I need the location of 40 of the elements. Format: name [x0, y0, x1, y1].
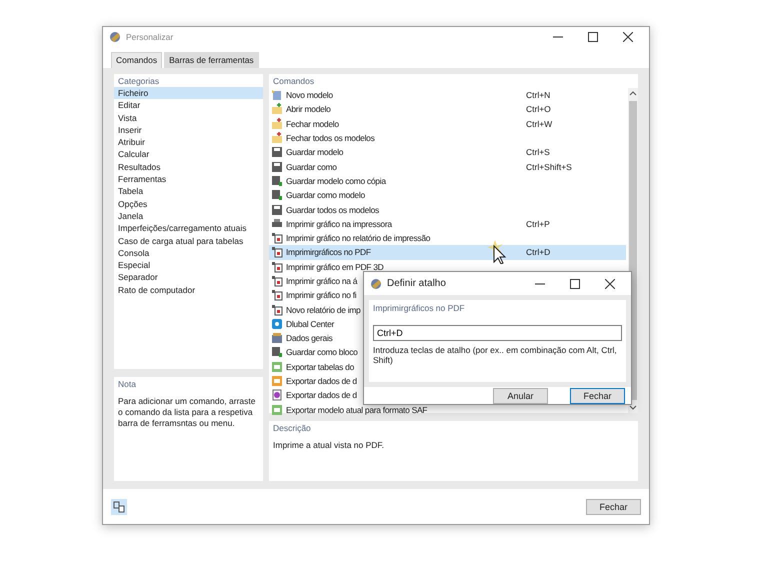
command-label: Imprimir gráfico no relatório de impressão	[286, 233, 430, 244]
panel-heading: Categorias	[117, 75, 160, 87]
panel-heading: Descrição	[272, 422, 312, 434]
command-label: Exportar tabelas do	[286, 362, 354, 372]
hint-text: Introduza teclas de atalho (por ex.. em combinação com Alt, Ctrl, Shift)	[373, 345, 618, 365]
shortcut-text: Ctrl+D	[526, 247, 550, 258]
panel-heading: Nota	[117, 378, 137, 390]
command-label: Guardar como	[286, 162, 337, 172]
command-label: Imprimir gráfico na impressora	[286, 218, 392, 229]
command-label: Guardar modelo como cópia	[286, 176, 386, 186]
window-title: Personalizar	[126, 32, 174, 42]
description-text: Imprime a atual vista no PDF.	[272, 439, 386, 452]
command-label: Novo relatório de imp	[286, 304, 360, 315]
command-label: Fechar todos os modelos	[286, 133, 375, 144]
shortcut-text: Ctrl+O	[526, 104, 551, 114]
command-label: Imprimir gráfico na á	[286, 276, 358, 286]
command-label: Imprimirgráficos no PDF	[286, 247, 371, 258]
command-label: Fechar modelo	[286, 118, 339, 129]
shortcut-text: Ctrl+N	[526, 90, 550, 100]
command-label: Abrir modelo	[286, 104, 331, 114]
shortcut-text: Ctrl+W	[526, 118, 552, 129]
dialog-title: Definir atalho	[387, 278, 447, 289]
command-label: Exportar dados de d	[286, 376, 357, 386]
command-label: Imprimir gráfico no fi	[286, 290, 356, 300]
shortcut-text: Ctrl+P	[526, 218, 550, 229]
command-label: Dados gerais	[286, 333, 332, 344]
command-label: Exportar dados de d	[286, 390, 357, 400]
panel-heading: Comandos	[272, 75, 316, 87]
shortcut-text: Ctrl+Shift+S	[526, 162, 572, 172]
command-label: Dlubal Center	[286, 318, 334, 329]
command-label: Guardar como bloco	[286, 347, 358, 358]
command-name: Imprimirgráficos no PDF	[373, 303, 466, 313]
command-label: Guardar modelo	[286, 147, 344, 158]
shortcut-text: Ctrl+S	[526, 147, 550, 158]
note-text: Para adicionar um comando, arraste o comando da lista para a respetiva barra de ferramsntas ou menu.	[117, 395, 256, 430]
command-label: Guardar todos os modelos	[286, 204, 379, 215]
command-label: Guardar como modelo	[286, 190, 365, 200]
command-label: Imprimir gráfico em PDF 3D	[286, 262, 384, 272]
command-label: Novo modelo	[286, 90, 333, 100]
command-label: Exportar modelo atual para formato SAF	[286, 404, 428, 415]
